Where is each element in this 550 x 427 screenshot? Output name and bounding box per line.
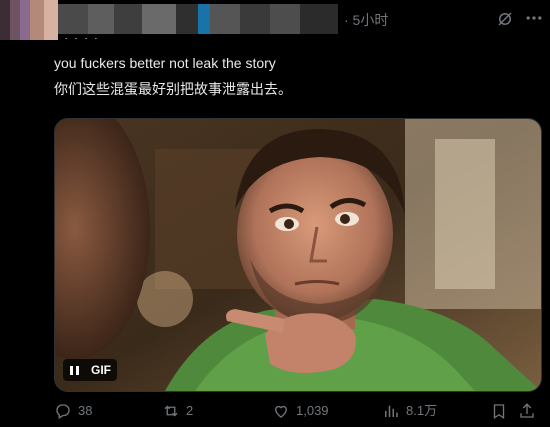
action-bar: 38 2 1,039 8.1万 bbox=[54, 400, 540, 422]
bookmark-icon bbox=[493, 404, 505, 420]
post-timestamp[interactable]: · 5小时 bbox=[344, 10, 388, 30]
reply-button[interactable]: 38 bbox=[54, 400, 92, 422]
author-name-blurred[interactable] bbox=[58, 4, 338, 34]
tweet-card: · 5小时 · · · · · you fuckers better not l… bbox=[0, 0, 550, 427]
reply-icon bbox=[56, 404, 70, 419]
more-icon[interactable] bbox=[524, 8, 546, 30]
pause-icon[interactable] bbox=[63, 359, 85, 381]
like-count: 1,039 bbox=[296, 403, 329, 418]
views-chart-icon bbox=[385, 405, 398, 417]
post-text-chinese: 你们这些混蛋最好别把故事泄露出去。 bbox=[54, 82, 292, 98]
like-button[interactable]: 1,039 bbox=[272, 400, 329, 422]
tweet-header: · 5小时 · · · · · bbox=[0, 0, 550, 45]
bookmark-button[interactable] bbox=[490, 400, 514, 422]
gif-media[interactable]: GIF bbox=[54, 118, 542, 392]
repost-icon bbox=[164, 405, 178, 417]
gif-label: GIF bbox=[85, 359, 117, 381]
post-text-english: you fuckers better not leak the story bbox=[54, 55, 276, 71]
share-icon bbox=[520, 403, 534, 418]
heart-icon bbox=[275, 405, 287, 418]
views-button[interactable]: 8.1万 bbox=[382, 400, 437, 422]
share-button[interactable] bbox=[518, 400, 542, 422]
author-handle-fragment: · · · · · bbox=[54, 38, 134, 46]
view-count: 8.1万 bbox=[406, 403, 438, 418]
repost-button[interactable]: 2 bbox=[162, 400, 193, 422]
gif-frame-image bbox=[55, 119, 541, 391]
reply-count: 38 bbox=[78, 403, 93, 418]
gif-badge[interactable]: GIF bbox=[63, 359, 117, 381]
avatar-blurred[interactable] bbox=[0, 0, 58, 40]
repost-count: 2 bbox=[186, 403, 194, 418]
grok-icon[interactable] bbox=[496, 10, 514, 28]
